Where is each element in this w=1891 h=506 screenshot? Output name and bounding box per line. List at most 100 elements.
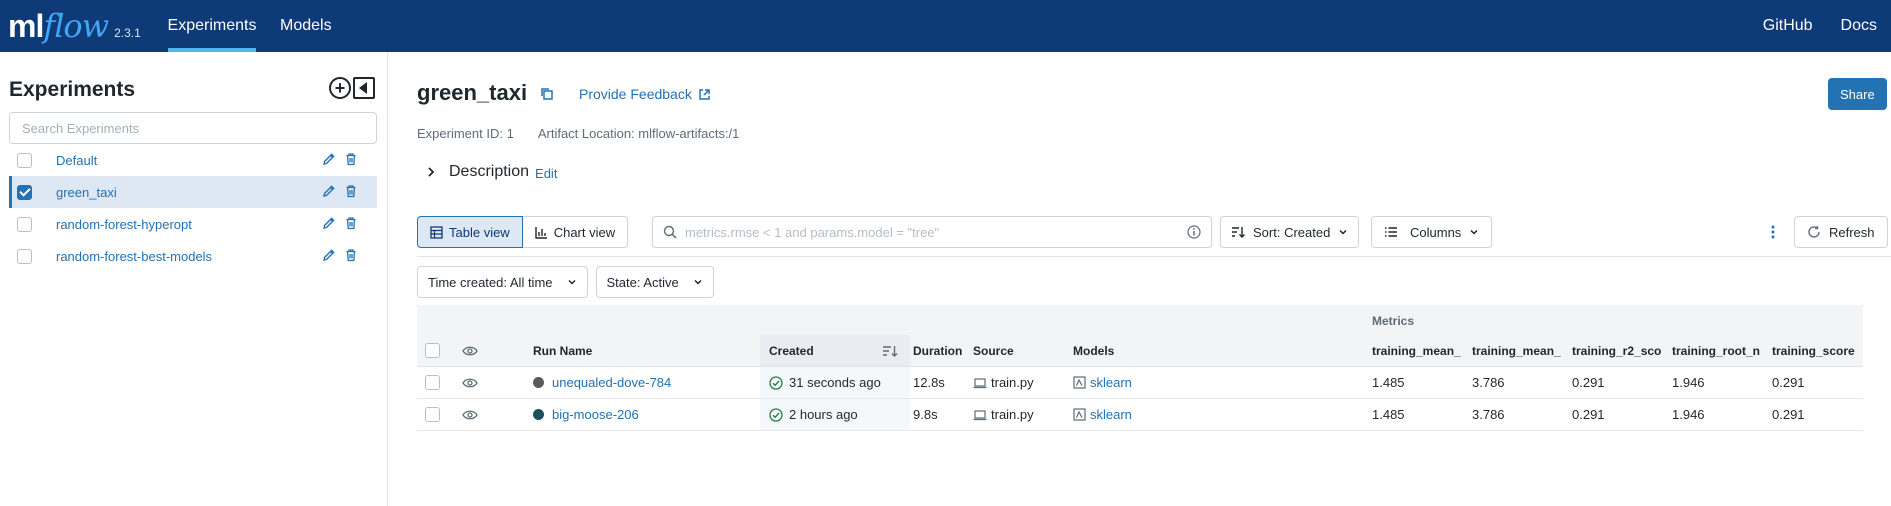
create-experiment-icon[interactable]: + [329, 77, 351, 99]
metric-cell: 3.786 [1472, 375, 1505, 390]
info-icon[interactable] [1187, 225, 1201, 239]
metric-cell: 0.291 [1772, 375, 1805, 390]
experiment-item[interactable]: random-forest-hyperopt [9, 208, 377, 240]
header-duration[interactable]: Duration [913, 335, 962, 366]
experiment-actions [322, 152, 358, 166]
source-file: train.py [991, 407, 1034, 422]
experiment-metadata: Experiment ID: 1 Artifact Location: mlfl… [417, 126, 739, 141]
row-select-cell [425, 399, 440, 430]
refresh-button[interactable]: Refresh [1794, 216, 1888, 248]
version-label: 2.3.1 [114, 26, 141, 40]
state-filter[interactable]: State: Active [595, 266, 714, 298]
header-metric-2[interactable]: training_mean_ [1472, 335, 1561, 366]
search-experiments-input[interactable] [9, 112, 377, 144]
eye-icon[interactable] [462, 345, 478, 357]
run-color-dot [533, 377, 544, 388]
bar-chart-icon [535, 226, 547, 239]
table-row[interactable]: big-moose-206 2 hours ago 9.8s train.py [417, 399, 1863, 431]
experiment-item[interactable]: random-forest-best-models [9, 240, 377, 272]
created-time: 2 hours ago [789, 407, 858, 422]
created-cell: 2 hours ago [760, 399, 910, 430]
delete-trash-icon[interactable] [344, 216, 358, 230]
collapse-sidebar-icon[interactable] [353, 77, 375, 99]
header-metric-3[interactable]: training_r2_sco [1572, 335, 1661, 366]
header-metric-5[interactable]: training_score [1772, 335, 1855, 366]
view-mode-toggle: Table view Chart view [417, 216, 629, 248]
experiment-name[interactable]: green_taxi [56, 185, 117, 200]
table-view-button[interactable]: Table view [417, 216, 523, 248]
duration-cell: 12.8s [913, 375, 945, 390]
run-name-link[interactable]: big-moose-206 [552, 407, 639, 422]
experiment-checkbox[interactable] [17, 248, 32, 264]
nav-github[interactable]: GitHub [1763, 0, 1813, 52]
row-checkbox[interactable] [425, 375, 440, 390]
header-metric-4[interactable]: training_root_n [1672, 335, 1760, 366]
experiment-checkbox[interactable] [17, 184, 32, 200]
experiment-item[interactable]: Default [9, 144, 377, 176]
runs-toolbar: Table view Chart view metrics.rmse < 1 a… [417, 216, 1891, 248]
run-name-cell: unequaled-dove-784 [533, 367, 671, 398]
eye-icon[interactable] [462, 409, 478, 421]
delete-trash-icon[interactable] [344, 152, 358, 166]
chart-view-button[interactable]: Chart view [522, 216, 629, 248]
experiment-checkbox[interactable] [17, 152, 32, 168]
edit-pencil-icon[interactable] [322, 248, 336, 262]
time-created-filter[interactable]: Time created: All time [417, 266, 588, 298]
created-time: 31 seconds ago [789, 375, 881, 390]
header-metric-1[interactable]: training_mean_ [1372, 335, 1461, 366]
time-created-label: Time created: All time [428, 274, 553, 290]
model-link[interactable]: sklearn [1090, 407, 1132, 422]
runs-table: Metrics Run Name Created Duration Source [417, 305, 1863, 431]
experiment-id: Experiment ID: 1 [417, 126, 514, 141]
experiment-name[interactable]: Default [56, 153, 97, 168]
experiment-actions [322, 248, 358, 262]
sort-dropdown[interactable]: Sort: Created [1220, 216, 1360, 248]
experiment-list: Default green_taxi random-forest-hyperop… [9, 144, 377, 272]
description-edit-link[interactable]: Edit [535, 166, 557, 181]
mlflow-logo[interactable]: ml flow 2.3.1 [0, 0, 168, 52]
table-row[interactable]: unequaled-dove-784 31 seconds ago 12.8s … [417, 367, 1863, 399]
edit-pencil-icon[interactable] [322, 184, 336, 198]
experiment-name[interactable]: random-forest-hyperopt [56, 217, 192, 232]
refresh-label: Refresh [1829, 224, 1875, 240]
run-search-input[interactable] [685, 224, 1187, 240]
source-cell: train.py [973, 367, 1034, 398]
laptop-icon [973, 409, 987, 420]
eye-icon[interactable] [462, 377, 478, 389]
experiment-item[interactable]: green_taxi [9, 176, 377, 208]
columns-dropdown[interactable]: Columns [1371, 216, 1493, 248]
nav-docs[interactable]: Docs [1841, 0, 1877, 52]
nav-models[interactable]: Models [280, 0, 332, 52]
metric-cell: 3.786 [1472, 407, 1505, 422]
experiment-name[interactable]: random-forest-best-models [56, 249, 212, 264]
run-name-link[interactable]: unequaled-dove-784 [552, 375, 671, 390]
state-label: State: Active [606, 274, 679, 290]
success-check-icon [769, 375, 783, 390]
run-search-box[interactable] [652, 216, 1212, 248]
header-source[interactable]: Source [973, 335, 1014, 366]
header-models[interactable]: Models [1073, 335, 1114, 366]
share-button[interactable]: Share [1828, 78, 1887, 110]
header-created[interactable]: Created [760, 335, 910, 366]
provide-feedback-link[interactable]: Provide Feedback [579, 86, 711, 102]
sort-descending-icon[interactable] [882, 344, 898, 358]
delete-trash-icon[interactable] [344, 184, 358, 198]
select-all-checkbox[interactable] [425, 343, 440, 358]
table-header-row: Run Name Created Duration Source Models … [417, 335, 1863, 367]
nav-experiments[interactable]: Experiments [168, 0, 256, 52]
metric-cell: 1.946 [1672, 375, 1705, 390]
edit-pencil-icon[interactable] [322, 152, 336, 166]
more-options-icon[interactable] [1765, 224, 1781, 240]
metrics-group-label: Metrics [1372, 314, 1415, 328]
row-checkbox[interactable] [425, 407, 440, 422]
chevron-right-icon[interactable] [421, 162, 441, 182]
experiment-checkbox[interactable] [17, 216, 32, 232]
delete-trash-icon[interactable] [344, 248, 358, 262]
copy-icon[interactable] [539, 86, 555, 102]
chart-view-label: Chart view [553, 224, 616, 240]
chevron-down-icon [1470, 229, 1478, 235]
header-run-name[interactable]: Run Name [533, 335, 592, 366]
model-link[interactable]: sklearn [1090, 375, 1132, 390]
edit-pencil-icon[interactable] [322, 216, 336, 230]
table-view-label: Table view [449, 224, 510, 240]
